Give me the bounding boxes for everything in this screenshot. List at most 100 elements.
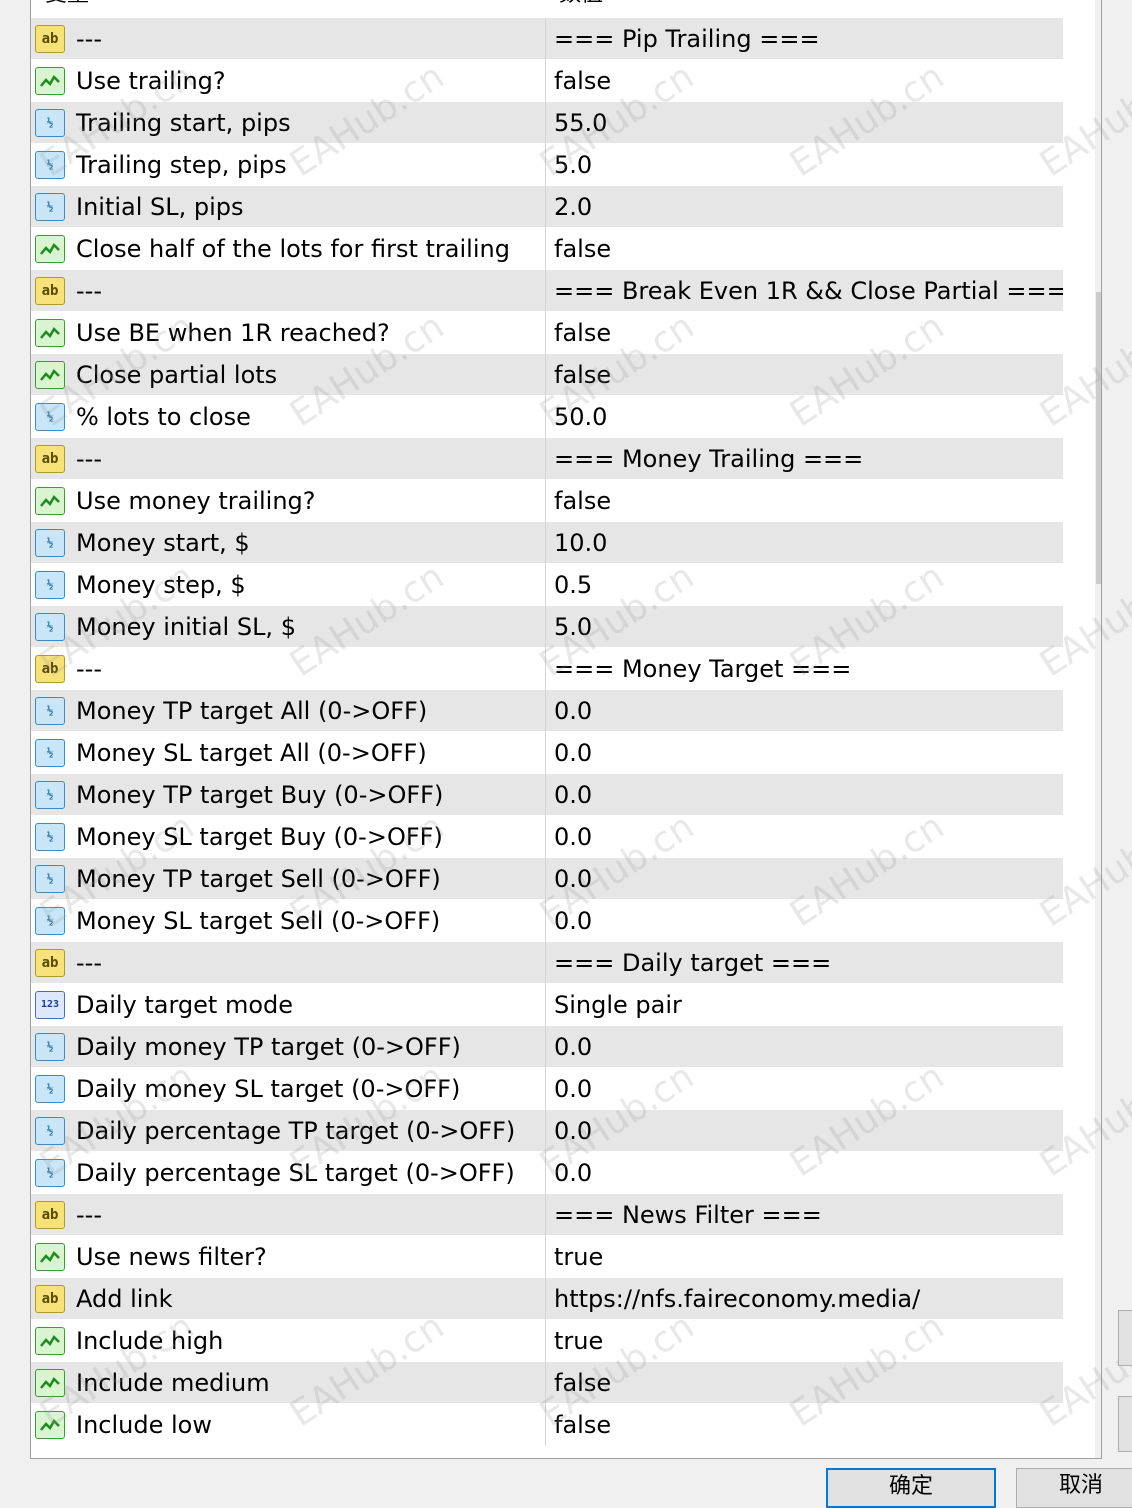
parameter-value[interactable]: 0.0: [554, 1152, 592, 1194]
parameter-value-cell[interactable]: false: [546, 1362, 1063, 1404]
parameter-value-cell[interactable]: === News Filter ===: [546, 1194, 1063, 1236]
parameter-row[interactable]: ab --- === Break Even 1R && Close Partial …: [31, 270, 1063, 312]
parameter-row[interactable]: ½ Money start, $ 10.0: [31, 522, 1063, 564]
parameter-value[interactable]: 0.0: [554, 1110, 592, 1152]
parameter-value[interactable]: false: [554, 1362, 611, 1404]
parameter-value-cell[interactable]: 0.0: [546, 900, 1063, 942]
parameter-row[interactable]: Close partial lots false: [31, 354, 1063, 396]
parameter-value-cell[interactable]: === Daily target ===: [546, 942, 1063, 984]
parameter-value-cell[interactable]: false: [546, 312, 1063, 354]
parameter-value[interactable]: false: [554, 354, 611, 396]
cancel-button[interactable]: 取消: [1016, 1468, 1132, 1508]
parameter-value-cell[interactable]: 0.0: [546, 1068, 1063, 1110]
parameter-value[interactable]: true: [554, 1320, 603, 1362]
parameter-value-cell[interactable]: 50.0: [546, 396, 1063, 438]
parameter-row[interactable]: ½ Trailing start, pips 55.0: [31, 102, 1063, 144]
parameter-value-cell[interactable]: 0.0: [546, 1152, 1063, 1194]
parameter-value[interactable]: === Money Trailing ===: [554, 438, 863, 480]
parameter-value[interactable]: === Pip Trailing ===: [554, 18, 820, 60]
parameter-row[interactable]: ab Add link https://nfs.faireconomy.media/: [31, 1278, 1063, 1320]
header-name-column[interactable]: 变量: [45, 0, 89, 8]
parameter-value[interactable]: 5.0: [554, 144, 592, 186]
parameter-value[interactable]: 5.0: [554, 606, 592, 648]
parameter-value[interactable]: false: [554, 1404, 611, 1446]
parameter-value[interactable]: === Break Even 1R && Close Partial ===: [554, 270, 1063, 312]
parameter-value[interactable]: 0.0: [554, 858, 592, 900]
parameter-row[interactable]: ½ Daily percentage TP target (0->OFF) 0.0: [31, 1110, 1063, 1152]
parameter-value[interactable]: false: [554, 480, 611, 522]
parameter-value[interactable]: 0.0: [554, 1026, 592, 1068]
parameter-row[interactable]: ½ Money SL target Sell (0->OFF) 0.0: [31, 900, 1063, 942]
parameter-value[interactable]: 0.5: [554, 564, 592, 606]
parameter-value[interactable]: === Daily target ===: [554, 942, 831, 984]
parameter-row[interactable]: ab --- === Money Trailing ===: [31, 438, 1063, 480]
parameter-value[interactable]: Single pair: [554, 984, 682, 1026]
parameter-row[interactable]: Include high true: [31, 1320, 1063, 1362]
parameter-row[interactable]: ½ Money TP target Sell (0->OFF) 0.0: [31, 858, 1063, 900]
parameter-value[interactable]: false: [554, 312, 611, 354]
parameter-value-cell[interactable]: 5.0: [546, 144, 1063, 186]
parameter-row[interactable]: 123 Daily target mode Single pair: [31, 984, 1063, 1026]
parameter-value[interactable]: 50.0: [554, 396, 607, 438]
parameter-row[interactable]: ½ Money step, $ 0.5: [31, 564, 1063, 606]
parameter-row[interactable]: ½ Trailing step, pips 5.0: [31, 144, 1063, 186]
parameter-value[interactable]: false: [554, 60, 611, 102]
parameter-value-cell[interactable]: true: [546, 1320, 1063, 1362]
parameter-value[interactable]: 0.0: [554, 774, 592, 816]
parameter-value[interactable]: === Money Target ===: [554, 648, 851, 690]
parameter-value-cell[interactable]: 0.5: [546, 564, 1063, 606]
parameter-value[interactable]: 55.0: [554, 102, 607, 144]
side-button-bottom[interactable]: [1118, 1396, 1132, 1452]
parameter-row[interactable]: Use news filter? true: [31, 1236, 1063, 1278]
parameter-value-cell[interactable]: === Money Trailing ===: [546, 438, 1063, 480]
parameter-row[interactable]: ½ Initial SL, pips 2.0: [31, 186, 1063, 228]
parameter-value[interactable]: false: [554, 228, 611, 270]
parameter-value-cell[interactable]: Single pair: [546, 984, 1063, 1026]
parameter-value-cell[interactable]: false: [546, 60, 1063, 102]
parameter-value-cell[interactable]: 0.0: [546, 732, 1063, 774]
parameter-value-cell[interactable]: 0.0: [546, 774, 1063, 816]
parameter-value-cell[interactable]: false: [546, 354, 1063, 396]
parameter-value[interactable]: 0.0: [554, 690, 592, 732]
parameter-value-cell[interactable]: 55.0: [546, 102, 1063, 144]
parameter-value[interactable]: https://nfs.faireconomy.media/: [554, 1278, 920, 1320]
parameter-value[interactable]: 10.0: [554, 522, 607, 564]
scrollbar-thumb[interactable]: [1096, 292, 1101, 584]
parameter-row[interactable]: ½ Daily percentage SL target (0->OFF) 0.0: [31, 1152, 1063, 1194]
parameter-row[interactable]: ab --- === News Filter ===: [31, 1194, 1063, 1236]
parameter-value[interactable]: 0.0: [554, 816, 592, 858]
parameter-value-cell[interactable]: true: [546, 1236, 1063, 1278]
parameter-value[interactable]: 0.0: [554, 900, 592, 942]
parameter-row[interactable]: ab --- === Daily target ===: [31, 942, 1063, 984]
parameter-row[interactable]: ab --- === Pip Trailing ===: [31, 18, 1063, 60]
parameter-row[interactable]: Include low false: [31, 1404, 1063, 1446]
parameter-value[interactable]: 0.0: [554, 732, 592, 774]
parameter-row[interactable]: Use money trailing? false: [31, 480, 1063, 522]
parameter-row[interactable]: Close half of the lots for first trailin…: [31, 228, 1063, 270]
parameter-value-cell[interactable]: 0.0: [546, 816, 1063, 858]
parameter-row[interactable]: ½ Money TP target All (0->OFF) 0.0: [31, 690, 1063, 732]
parameter-value-cell[interactable]: 5.0: [546, 606, 1063, 648]
parameter-row[interactable]: Use trailing? false: [31, 60, 1063, 102]
parameter-value-cell[interactable]: https://nfs.faireconomy.media/: [546, 1278, 1063, 1320]
parameter-row[interactable]: ½ Daily money TP target (0->OFF) 0.0: [31, 1026, 1063, 1068]
parameter-value-cell[interactable]: 0.0: [546, 858, 1063, 900]
scroll-down-arrow-icon[interactable]: ⌄: [1095, 1428, 1101, 1452]
parameter-row[interactable]: Include medium false: [31, 1362, 1063, 1404]
parameter-value-cell[interactable]: 0.0: [546, 1026, 1063, 1068]
vertical-scrollbar[interactable]: ⌄: [1095, 0, 1101, 1458]
parameter-value-cell[interactable]: === Money Target ===: [546, 648, 1063, 690]
parameter-value[interactable]: === News Filter ===: [554, 1194, 822, 1236]
parameter-value-cell[interactable]: 10.0: [546, 522, 1063, 564]
parameter-row[interactable]: ½ Money SL target Buy (0->OFF) 0.0: [31, 816, 1063, 858]
side-button-top[interactable]: [1118, 1310, 1132, 1366]
parameter-row[interactable]: ½ Money SL target All (0->OFF) 0.0: [31, 732, 1063, 774]
parameter-value[interactable]: true: [554, 1236, 603, 1278]
parameter-value-cell[interactable]: 0.0: [546, 690, 1063, 732]
parameter-row[interactable]: ½ Money TP target Buy (0->OFF) 0.0: [31, 774, 1063, 816]
parameter-value-cell[interactable]: 2.0: [546, 186, 1063, 228]
parameter-value[interactable]: 0.0: [554, 1068, 592, 1110]
parameter-value-cell[interactable]: false: [546, 480, 1063, 522]
parameter-value-cell[interactable]: false: [546, 1404, 1063, 1446]
parameter-row[interactable]: ab --- === Money Target ===: [31, 648, 1063, 690]
